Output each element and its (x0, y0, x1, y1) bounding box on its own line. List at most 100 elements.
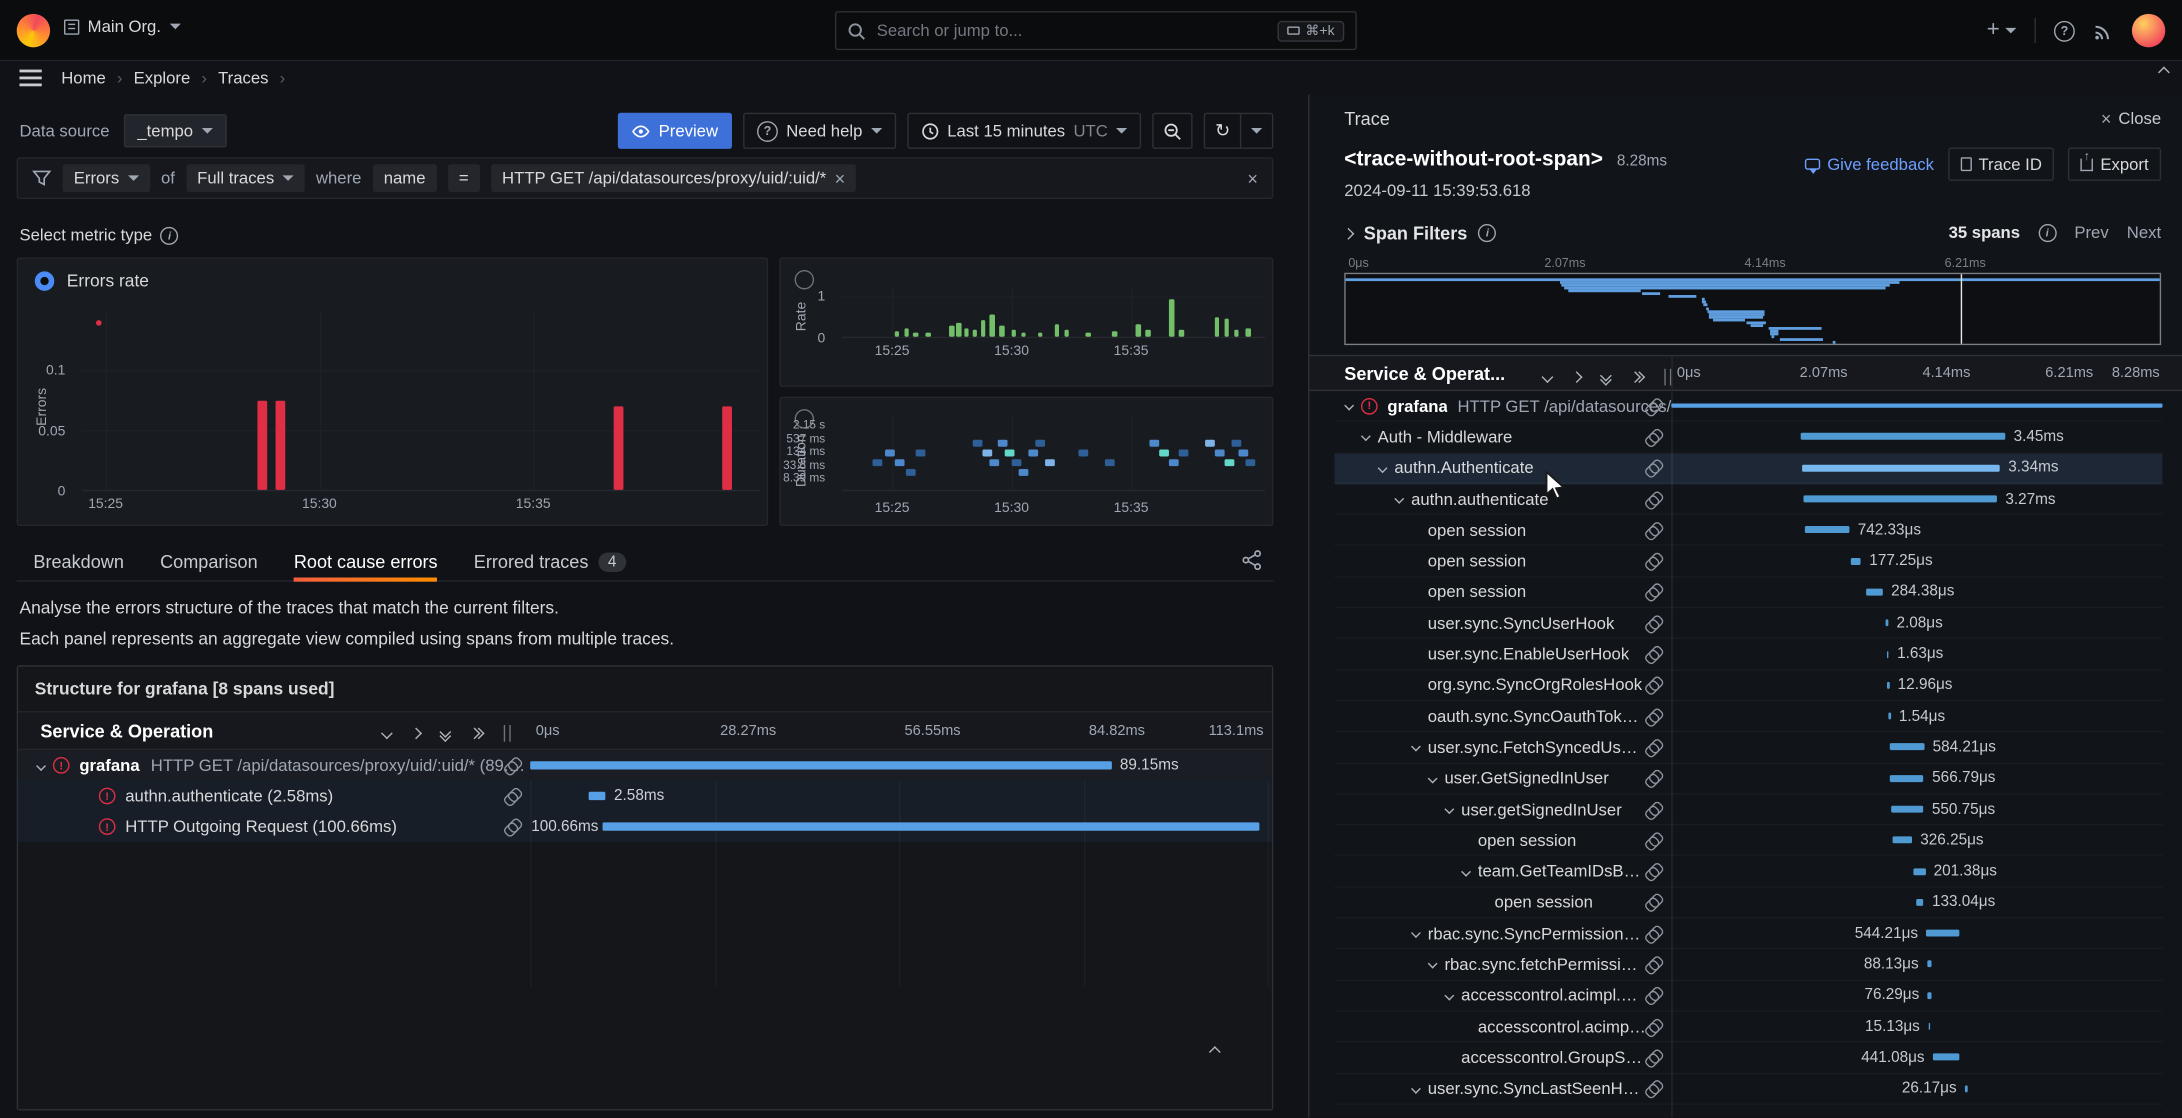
chevron-down-icon[interactable] (1428, 959, 1438, 969)
grafana-logo[interactable] (17, 14, 50, 47)
span-bar[interactable] (1927, 961, 1932, 968)
span-bar[interactable] (1913, 868, 1925, 875)
link-icon[interactable] (1639, 826, 1667, 854)
span-bar[interactable] (1887, 651, 1889, 658)
trace-id-button[interactable]: Trace ID (1948, 148, 2055, 181)
span-bar[interactable] (1866, 589, 1883, 596)
trace-span-row[interactable]: rbac.sync.SyncPermissionsHook544.21μs (1335, 919, 2163, 950)
info-icon[interactable]: i (1478, 224, 1496, 242)
news-icon[interactable] (2093, 20, 2114, 41)
prev-button[interactable]: Prev (2074, 223, 2108, 242)
chevron-down-icon[interactable] (1411, 742, 1421, 752)
span-bar[interactable] (1888, 713, 1890, 720)
span-bar[interactable] (1887, 682, 1889, 689)
trace-span-row[interactable]: rbac.sync.fetchPermissions88.13μs (1335, 950, 2163, 981)
span-bar[interactable] (1891, 806, 1924, 813)
trace-span-row[interactable]: accesscontrol.GroupScopesBy441.08μs (1335, 1043, 2163, 1074)
export-button[interactable]: Export (2068, 148, 2161, 181)
span-bar[interactable] (1671, 403, 2162, 408)
span-bar[interactable] (1916, 899, 1924, 906)
span-bar[interactable] (1928, 1023, 1930, 1030)
tab-errored-traces[interactable]: Errored traces4 (474, 543, 626, 581)
trace-span-row[interactable]: open session326.25μs (1335, 825, 2163, 856)
search-bar[interactable]: ⌘+k (835, 11, 1357, 50)
expand-all-icon[interactable] (1631, 373, 1644, 381)
trace-span-row[interactable]: accesscontrol.acimpl.get15.13μs (1335, 1012, 2163, 1043)
span-bar[interactable] (1933, 1054, 1959, 1061)
span-bar[interactable] (1926, 930, 1958, 937)
link-icon[interactable] (1639, 547, 1667, 575)
span-bar[interactable] (1890, 744, 1925, 751)
structure-row[interactable]: !authn.authenticate (2.58ms)2.58ms (18, 781, 1272, 812)
trace-span-row[interactable]: org.sync.SyncOrgRolesHook12.96μs (1335, 670, 2163, 701)
chevron-down-icon[interactable] (1428, 773, 1438, 783)
tab-comparison[interactable]: Comparison (160, 543, 258, 581)
span-bar[interactable] (1886, 620, 1888, 627)
chevron-down-icon[interactable] (36, 760, 46, 770)
span-bar[interactable] (589, 792, 606, 800)
collapse-all-icon[interactable] (1602, 371, 1610, 384)
span-bar[interactable] (1802, 464, 2000, 471)
trace-span-row[interactable]: user.sync.FetchSyncedUserHook584.21μs (1335, 732, 2163, 763)
breadcrumb-item[interactable]: Traces (218, 68, 268, 87)
chevron-down-icon[interactable] (1361, 432, 1371, 442)
link-icon[interactable] (1639, 578, 1667, 606)
trace-span-row[interactable]: oauth.sync.SyncOauthTokenHook1.54μs (1335, 701, 2163, 732)
span-bar[interactable] (603, 822, 1259, 830)
chevron-down-icon[interactable] (1344, 401, 1354, 411)
preview-button[interactable]: Preview (618, 113, 732, 149)
chevron-down-icon[interactable] (1444, 990, 1454, 1000)
info-icon[interactable]: i (2038, 223, 2056, 241)
span-bar[interactable] (1805, 526, 1849, 533)
help-icon[interactable]: ? (2054, 20, 2075, 41)
link-icon[interactable] (1639, 609, 1667, 637)
chevron-right-icon[interactable] (1343, 227, 1355, 239)
chevron-down-icon[interactable] (1411, 928, 1421, 938)
link-icon[interactable] (1639, 516, 1667, 544)
span-bar[interactable] (1928, 992, 1933, 999)
span-bar[interactable] (1890, 775, 1924, 782)
trace-span-row[interactable]: team.GetTeamIDsByUser201.38μs (1335, 856, 2163, 887)
tab-breakdown[interactable]: Breakdown (33, 543, 124, 581)
org-switcher[interactable]: Main Org. (64, 17, 180, 36)
add-button[interactable]: + (1987, 18, 2017, 43)
trace-span-row[interactable]: user.sync.SyncLastSeenHook26.17μs (1335, 1074, 2163, 1105)
clear-filters-icon[interactable]: × (1247, 169, 1258, 187)
errors-rate-radio[interactable] (35, 271, 54, 290)
trace-span-row[interactable]: !grafanaHTTP GET /api/datasources/pr (1335, 391, 2163, 422)
chevron-down-icon[interactable] (1444, 804, 1454, 814)
avatar[interactable] (2132, 14, 2165, 47)
span-bar[interactable] (1850, 558, 1861, 565)
need-help-button[interactable]: ? Need help (743, 113, 896, 149)
refresh-interval-dropdown[interactable] (1240, 114, 1272, 147)
search-input[interactable] (877, 21, 1267, 40)
share-button[interactable] (1241, 550, 1262, 571)
span-bar[interactable] (1965, 1085, 1967, 1092)
breadcrumb-item[interactable]: Explore (134, 68, 191, 87)
minimap-canvas[interactable] (1344, 273, 2161, 345)
span-bar[interactable] (1801, 433, 2006, 440)
span-bar[interactable] (530, 761, 1111, 769)
time-range-picker[interactable]: Last 15 minutes UTC (907, 113, 1141, 149)
datasource-picker[interactable]: _tempo (123, 114, 226, 147)
link-icon[interactable] (1639, 764, 1667, 792)
minimap-handle[interactable] (1960, 274, 1962, 344)
link-icon[interactable] (498, 813, 526, 841)
filter-field[interactable]: name (373, 164, 437, 192)
trace-span-row[interactable]: open session177.25μs (1335, 546, 2163, 577)
trace-span-row[interactable]: user.getSignedInUser550.75μs (1335, 794, 2163, 825)
trace-span-row[interactable]: accesscontrol.acimpl.GetUs76.29μs (1335, 981, 2163, 1012)
trace-span-row[interactable]: open session133.04μs (1335, 887, 2163, 918)
span-bar[interactable] (1893, 837, 1912, 844)
filter-value[interactable]: HTTP GET /api/datasources/proxy/uid/:uid… (491, 164, 856, 192)
link-icon[interactable] (1639, 889, 1667, 917)
structure-row[interactable]: !HTTP Outgoing Request (100.66ms)100.66m… (18, 811, 1272, 842)
scroll-top-button[interactable] (1197, 1037, 1233, 1068)
trace-span-row[interactable]: user.sync.EnableUserHook1.63μs (1335, 639, 2163, 670)
trace-span-row[interactable]: user.sync.SyncUserHook2.08μs (1335, 608, 2163, 639)
chevron-down-icon[interactable] (1461, 866, 1471, 876)
trace-span-row[interactable]: user.GetSignedInUser566.79μs (1335, 763, 2163, 794)
trace-span-row[interactable]: open session284.38μs (1335, 577, 2163, 608)
column-resize-handle[interactable] (1664, 369, 1671, 386)
collapse-up-icon[interactable] (2160, 68, 2168, 76)
